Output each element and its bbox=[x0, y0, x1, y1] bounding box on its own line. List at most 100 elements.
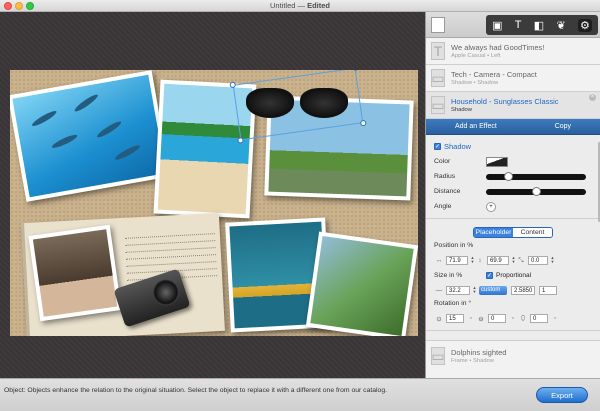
rotate-x-icon: ⊙ bbox=[436, 315, 442, 323]
corkboard-collage[interactable] bbox=[10, 70, 418, 336]
radius-slider-knob[interactable] bbox=[504, 171, 514, 181]
layer-title: Household - Sunglasses Classic bbox=[451, 97, 559, 106]
shadow-distance-row: Distance bbox=[434, 184, 592, 199]
shadow-title: Shadow bbox=[444, 142, 472, 151]
status-hint: Object: Objects enhance the relation to … bbox=[4, 387, 387, 394]
shadow-color-well[interactable] bbox=[486, 156, 508, 167]
photo-portrait-image bbox=[32, 229, 118, 317]
photo-portrait[interactable] bbox=[28, 224, 122, 322]
layer-subtitle: Frame • Shadow bbox=[451, 358, 494, 364]
settings-gear-icon[interactable]: ⚙ bbox=[577, 18, 592, 32]
window-title-state: Edited bbox=[307, 1, 331, 10]
proportional-label: Proportional bbox=[496, 272, 532, 279]
object-layer-icon: ▭ bbox=[431, 96, 445, 114]
copy-button[interactable]: Copy bbox=[555, 123, 571, 130]
layer-item-text[interactable]: T We always had GoodTimes! Apple Casual … bbox=[426, 38, 600, 65]
position-y-field[interactable]: 69.9 bbox=[487, 256, 509, 265]
effect-action-bar: Add an Effect Copy bbox=[426, 119, 600, 135]
horizontal-position-icon: ↔ bbox=[435, 257, 443, 264]
size-mode-dropdown[interactable]: custom bbox=[479, 286, 507, 295]
remove-layer-icon[interactable]: × bbox=[589, 94, 596, 101]
size-ratio-field[interactable]: 2.5850 bbox=[511, 286, 535, 295]
dolphin-shape bbox=[113, 143, 142, 162]
tab-content[interactable]: Content bbox=[513, 228, 552, 237]
width-icon: — bbox=[435, 287, 443, 294]
layer-subtitle: Apple Casual • Left bbox=[451, 53, 501, 59]
export-button[interactable]: Export bbox=[536, 387, 588, 403]
radius-slider[interactable] bbox=[486, 171, 586, 181]
dolphin-shape bbox=[50, 132, 79, 150]
size-width-stepper[interactable]: ▲ ▼ bbox=[472, 286, 477, 295]
color-label: Color bbox=[434, 158, 451, 165]
shadow-radius-row: Radius bbox=[434, 169, 592, 184]
radius-label: Radius bbox=[434, 173, 456, 180]
position-row: ↔ 71.9 ▲ ▼ ↕ 69.9 ▲ ▼ ⤡ 0.0 ▲ ▼ bbox=[434, 253, 592, 268]
layer-item-camera[interactable]: ▭ Tech - Camera - Compact Shadow • Shado… bbox=[426, 65, 600, 92]
size-width-field[interactable]: 32.2 bbox=[446, 286, 470, 295]
resize-handle[interactable] bbox=[229, 81, 237, 89]
frame-layer-icon: ▭ bbox=[431, 347, 445, 365]
photo-forest[interactable] bbox=[305, 231, 418, 336]
rotation-x-field[interactable]: 15 bbox=[446, 314, 464, 323]
depth-position-icon: ⤡ bbox=[518, 256, 524, 264]
angle-label: Angle bbox=[434, 203, 452, 210]
distance-slider[interactable] bbox=[486, 186, 586, 196]
distance-slider-knob[interactable] bbox=[531, 186, 541, 196]
add-effect-button[interactable]: Add an Effect bbox=[455, 123, 497, 130]
distance-label: Distance bbox=[434, 188, 461, 195]
window-title-separator: — bbox=[295, 1, 308, 10]
rotate-y-dial-icon[interactable]: ◦ bbox=[508, 315, 518, 322]
rotate-x-dial-icon[interactable]: ◦ bbox=[466, 315, 476, 322]
inspector-panel: ▣ T ◧ ❦ ⚙ T We always had GoodTimes! App… bbox=[425, 12, 600, 378]
rotate-z-dial-icon[interactable]: ◦ bbox=[550, 315, 560, 322]
rotation-row: ⊙ 15 ◦ ⊖ 0 ◦ ⬯ 0 ◦ bbox=[434, 311, 592, 326]
shadow-toggle-row: ✓ Shadow bbox=[434, 139, 592, 154]
layer-subtitle: Shadow • Shadow bbox=[451, 80, 499, 86]
position-x-field[interactable]: 71.9 bbox=[446, 256, 468, 265]
add-photo-icon[interactable]: ▣ bbox=[492, 19, 502, 32]
window-title: Untitled — Edited bbox=[0, 1, 600, 10]
position-label: Position in % bbox=[434, 242, 474, 249]
tab-placeholder[interactable]: Placeholder bbox=[474, 228, 513, 237]
layer-item-dolphins[interactable]: ▭ Dolphins sighted Frame • Shadow bbox=[426, 340, 600, 378]
page-thumbnail[interactable] bbox=[431, 17, 445, 33]
size-label-row: Size in % ✓ Proportional bbox=[434, 268, 592, 283]
angle-dial[interactable]: + bbox=[486, 201, 496, 212]
size-ratio2-field[interactable]: 1 bbox=[539, 286, 557, 295]
rotation-y-field[interactable]: 0 bbox=[488, 314, 506, 323]
photo-dolphins[interactable] bbox=[10, 70, 171, 202]
object-layer-icon: ▭ bbox=[431, 69, 445, 87]
status-bar: Object: Objects enhance the relation to … bbox=[0, 378, 600, 411]
shadow-checkbox[interactable]: ✓ bbox=[434, 143, 441, 150]
text-layer-icon: T bbox=[431, 42, 445, 60]
add-shape-icon[interactable]: ❦ bbox=[556, 19, 565, 32]
panel-toolbar: ▣ T ◧ ❦ ⚙ bbox=[426, 12, 600, 38]
position-z-stepper[interactable]: ▲ ▼ bbox=[550, 256, 555, 265]
placement-tabs: Placeholder Content bbox=[473, 227, 553, 238]
dolphin-shape bbox=[95, 119, 123, 140]
dolphin-shape bbox=[30, 108, 58, 129]
rotation-z-field[interactable]: 0 bbox=[530, 314, 548, 323]
layer-title: Dolphins sighted bbox=[451, 348, 507, 357]
layer-title: We always had GoodTimes! bbox=[451, 43, 545, 52]
vertical-position-icon: ↕ bbox=[478, 257, 482, 264]
layer-subtitle: Shadow bbox=[451, 107, 472, 113]
photo-dolphins-image bbox=[12, 74, 166, 198]
proportional-checkbox[interactable]: ✓ bbox=[486, 272, 493, 279]
add-text-icon[interactable]: T bbox=[515, 19, 522, 31]
placement-section: Placeholder Content Position in % ↔ 71.9… bbox=[426, 219, 600, 331]
photo-forest-image bbox=[310, 236, 414, 336]
resize-handle[interactable] bbox=[352, 70, 359, 72]
shadow-angle-row: Angle + bbox=[434, 199, 592, 214]
window-title-name: Untitled bbox=[269, 1, 296, 10]
rotate-z-icon: ⬯ bbox=[520, 314, 526, 322]
layer-item-sunglasses[interactable]: ▭ Household - Sunglasses Classic Shadow … bbox=[426, 92, 600, 119]
position-z-field[interactable]: 0.0 bbox=[528, 256, 548, 265]
canvas-area[interactable] bbox=[0, 12, 425, 378]
title-bar: Untitled — Edited bbox=[0, 0, 600, 12]
camera-lens bbox=[149, 276, 183, 309]
rotate-y-icon: ⊖ bbox=[478, 315, 484, 323]
tool-group: ▣ T ◧ ❦ ⚙ bbox=[486, 15, 598, 35]
add-object-icon[interactable]: ◧ bbox=[534, 19, 544, 32]
rotation-label: Rotation in ° bbox=[434, 300, 472, 307]
